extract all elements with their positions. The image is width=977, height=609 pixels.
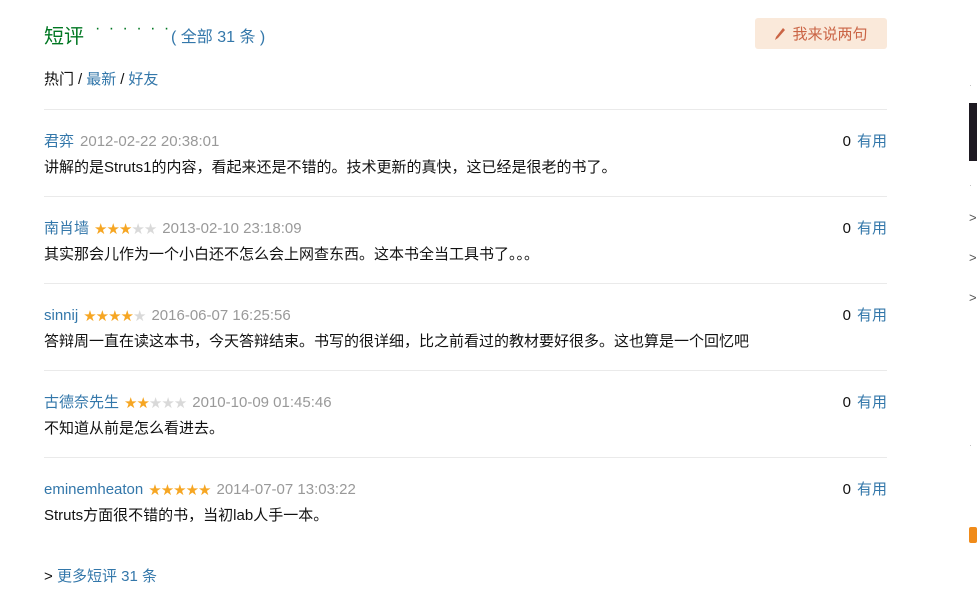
write-comment-label: 我来说两句 <box>792 26 868 43</box>
star-empty-icon: ★ <box>161 395 174 412</box>
useful-button[interactable]: 有用 <box>857 307 887 324</box>
star-filled-icon: ★ <box>94 221 107 238</box>
comment-item: sinnij ★★★★★ 2016-06-07 16:25:56 0 有用 答辩周一直… <box>44 284 887 371</box>
star-empty-icon: ★ <box>173 395 187 412</box>
sort-filters: 热门 / 最新 / 好友 <box>44 68 158 89</box>
comment-votes: 0 有用 <box>843 480 887 500</box>
comment-item: eminemheaton ★★★★★ 2014-07-07 13:03:22 0 有用… <box>44 458 887 544</box>
write-comment-button[interactable]: 我来说两句 <box>755 18 887 49</box>
useful-button[interactable]: 有用 <box>857 220 887 237</box>
sidebar-arrow-icon: > <box>969 250 977 265</box>
more-prefix: > <box>44 568 53 585</box>
star-filled-icon: ★ <box>83 308 96 325</box>
star-filled-icon: ★ <box>95 308 109 325</box>
sidebar-divider: · <box>969 180 972 190</box>
rating-stars: ★★★★★ <box>94 220 157 240</box>
comment-user[interactable]: sinnij <box>44 307 78 324</box>
rss-feed-icon[interactable] <box>969 527 977 543</box>
star-empty-icon: ★ <box>143 221 157 238</box>
star-filled-icon: ★ <box>108 308 121 325</box>
star-filled-icon: ★ <box>124 395 137 412</box>
comment-content: Struts方面很不错的书，当初lab人手一本。 <box>44 507 329 524</box>
pencil-icon <box>775 27 786 40</box>
comment-user[interactable]: 南肖墙 <box>44 220 89 237</box>
comment-votes: 0 有用 <box>843 306 887 326</box>
useful-button[interactable]: 有用 <box>857 133 887 150</box>
comment-content: 答辩周一直在读这本书，今天答辩结束。书写的很详细，比之前看过的教材要好很多。这也… <box>44 333 750 350</box>
title-dots: · · · · · · <box>95 20 172 37</box>
more-comments-link[interactable]: 更多短评 31 条 <box>57 568 157 585</box>
star-filled-icon: ★ <box>198 482 211 499</box>
filter-friends[interactable]: 好友 <box>128 71 158 88</box>
filter-separator: / <box>120 71 125 88</box>
comment-time: 2014-07-07 13:03:22 <box>216 481 356 498</box>
star-filled-icon: ★ <box>118 221 132 238</box>
all-comments-link[interactable]: ( 全部 31 条 ) <box>171 29 265 46</box>
comment-meta: 南肖墙 ★★★★★ 2013-02-10 23:18:09 <box>44 219 302 240</box>
comment-votes: 0 有用 <box>843 393 887 413</box>
star-filled-icon: ★ <box>173 482 186 499</box>
star-empty-icon: ★ <box>133 308 146 325</box>
star-empty-icon: ★ <box>131 221 144 238</box>
vote-count: 0 <box>842 394 851 411</box>
star-filled-icon: ★ <box>160 482 174 499</box>
comment-user[interactable]: eminemheaton <box>44 481 143 498</box>
sidebar-arrow-icon: > <box>969 290 977 305</box>
comment-user[interactable]: 君弈 <box>44 133 74 150</box>
sidebar-arrow-icon: > <box>969 210 977 225</box>
star-filled-icon: ★ <box>136 395 149 412</box>
comment-votes: 0 有用 <box>843 219 887 239</box>
rating-stars: ★★★★★ <box>83 307 146 327</box>
sidebar-thumbnail <box>969 103 977 161</box>
vote-count: 0 <box>842 307 851 324</box>
star-filled-icon: ★ <box>148 482 161 499</box>
filter-hot[interactable]: 热门 <box>44 71 74 88</box>
star-empty-icon: ★ <box>148 395 162 412</box>
section-title: 短评 <box>44 26 84 48</box>
filter-latest[interactable]: 最新 <box>86 71 116 88</box>
comment-user[interactable]: 古德奈先生 <box>44 394 119 411</box>
comment-time: 2013-02-10 23:18:09 <box>162 220 302 237</box>
useful-button[interactable]: 有用 <box>857 394 887 411</box>
comment-item: 南肖墙 ★★★★★ 2013-02-10 23:18:09 0 有用 其实那会儿作为一… <box>44 197 887 284</box>
comment-meta: 古德奈先生 ★★★★★ 2010-10-09 01:45:46 <box>44 393 332 414</box>
comment-time: 2016-06-07 16:25:56 <box>151 307 291 324</box>
section-header: 短评 · · · · · · ( 全部 31 条 ) 我来说两句 <box>44 18 887 52</box>
comment-list: 君弈 2012-02-22 20:38:01 0 有用 讲解的是Struts1的内容… <box>44 109 887 544</box>
vote-count: 0 <box>842 133 851 150</box>
comment-content: 其实那会儿作为一个小白还不怎么会上网查东西。这本书全当工具书了。。。 <box>44 246 540 263</box>
rating-stars: ★★★★★ <box>124 394 187 414</box>
comment-time: 2010-10-09 01:45:46 <box>192 394 332 411</box>
comment-meta: 君弈 2012-02-22 20:38:01 <box>44 132 219 152</box>
comment-votes: 0 有用 <box>843 132 887 152</box>
sidebar-divider: · <box>969 440 972 450</box>
all-comments-count[interactable]: ( 全部 31 条 ) <box>171 23 265 47</box>
more-comments: > 更多短评 31 条 <box>44 565 157 586</box>
star-filled-icon: ★ <box>106 221 119 238</box>
right-sidebar-edge: > > > · · · <box>967 0 977 609</box>
comment-meta: sinnij ★★★★★ 2016-06-07 16:25:56 <box>44 306 291 327</box>
vote-count: 0 <box>842 481 851 498</box>
filter-separator: / <box>78 71 83 88</box>
star-filled-icon: ★ <box>185 482 199 499</box>
comment-content: 讲解的是Struts1的内容，看起来还是不错的。技术更新的真快，这已经是很老的书… <box>44 159 617 176</box>
comment-meta: eminemheaton ★★★★★ 2014-07-07 13:03:22 <box>44 480 356 501</box>
rating-stars: ★★★★★ <box>148 481 211 501</box>
star-filled-icon: ★ <box>120 308 134 325</box>
comment-time: 2012-02-22 20:38:01 <box>80 133 220 150</box>
comment-item: 古德奈先生 ★★★★★ 2010-10-09 01:45:46 0 有用 不知道从前是… <box>44 371 887 458</box>
vote-count: 0 <box>842 220 851 237</box>
sidebar-divider: · <box>969 80 972 90</box>
comment-content: 不知道从前是怎么看进去。 <box>44 420 225 437</box>
useful-button[interactable]: 有用 <box>857 481 887 498</box>
comment-item: 君弈 2012-02-22 20:38:01 0 有用 讲解的是Struts1的内容… <box>44 110 887 197</box>
